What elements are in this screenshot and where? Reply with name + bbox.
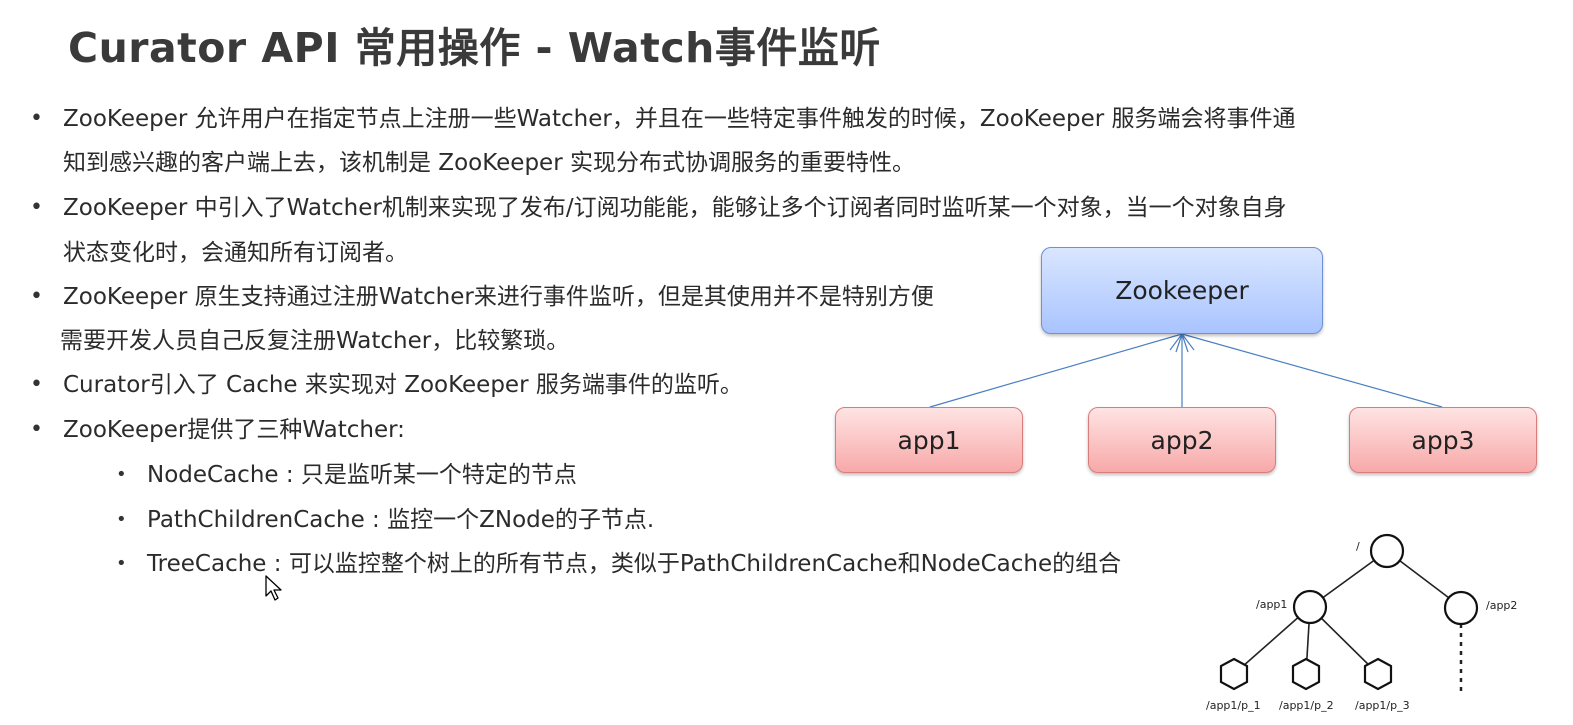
zookeeper-server-box: Zookeeper (1041, 247, 1323, 334)
tree-app1-label: /app1 (1256, 598, 1288, 611)
app3-label: app3 (1411, 425, 1475, 455)
sub-bullet-dot: • (116, 509, 127, 530)
bullet-1-line-2: 知到感兴趣的客户端上去，该机制是 ZooKeeper 实现分布式协调服务的重要特… (63, 150, 915, 176)
client-app3-box: app3 (1349, 407, 1537, 473)
bullet-3-line-1: ZooKeeper 原生支持通过注册Watcher来进行事件监听，但是其使用并不… (63, 284, 934, 310)
bullet-5-line-1: ZooKeeper提供了三种Watcher: (63, 417, 405, 443)
tree-leaf-label: /app1/p_1 (1206, 699, 1261, 712)
tree-root-node (1369, 533, 1405, 569)
sub-bullet-nodecache: NodeCache : 只是监听某一个特定的节点 (147, 462, 577, 488)
app1-label: app1 (897, 425, 961, 455)
bullet-dot: • (30, 417, 43, 442)
bullet-3-line-2: 需要开发人员自己反复注册Watcher，比较繁琐。 (60, 328, 570, 354)
tree-leaf-node (1363, 657, 1393, 691)
sub-bullet-treecache: TreeCache : 可以监控整个树上的所有节点，类似于PathChildre… (147, 551, 1122, 577)
bullet-dot: • (30, 284, 43, 309)
mouse-cursor-icon (265, 575, 282, 601)
client-app1-box: app1 (835, 407, 1023, 473)
tree-app2-label: /app2 (1486, 599, 1518, 612)
tree-leaf-node (1219, 657, 1249, 691)
sub-bullet-dot: • (116, 464, 127, 485)
sub-bullet-pathchildrencache: PathChildrenCache : 监控一个ZNode的子节点. (147, 507, 655, 533)
bullet-2-line-1: ZooKeeper 中引入了Watcher机制来实现了发布/订阅功能能，能够让多… (63, 195, 1287, 221)
zookeeper-label: Zookeeper (1115, 276, 1249, 305)
tree-root-label: / (1356, 540, 1360, 553)
bullet-2-line-2: 状态变化时，会通知所有订阅者。 (63, 240, 408, 266)
tree-app1-node (1292, 589, 1328, 625)
page-title: Curator API 常用操作 - Watch事件监听 (68, 24, 881, 72)
sub-bullet-dot: • (116, 553, 127, 574)
bullet-dot: • (30, 195, 43, 220)
tree-leaf-node (1291, 657, 1321, 691)
bullet-dot: • (30, 106, 43, 131)
tree-app2-node (1443, 590, 1479, 626)
app2-label: app2 (1150, 425, 1214, 455)
tree-leaf-label: /app1/p_3 (1355, 699, 1410, 712)
bullet-4-line-1: Curator引入了 Cache 来实现对 ZooKeeper 服务端事件的监听… (63, 372, 743, 398)
client-app2-box: app2 (1088, 407, 1276, 473)
tree-leaf-label: /app1/p_2 (1279, 699, 1334, 712)
bullet-1-line-1: ZooKeeper 允许用户在指定节点上注册一些Watcher，并且在一些特定事… (63, 106, 1296, 132)
bullet-dot: • (30, 372, 43, 397)
